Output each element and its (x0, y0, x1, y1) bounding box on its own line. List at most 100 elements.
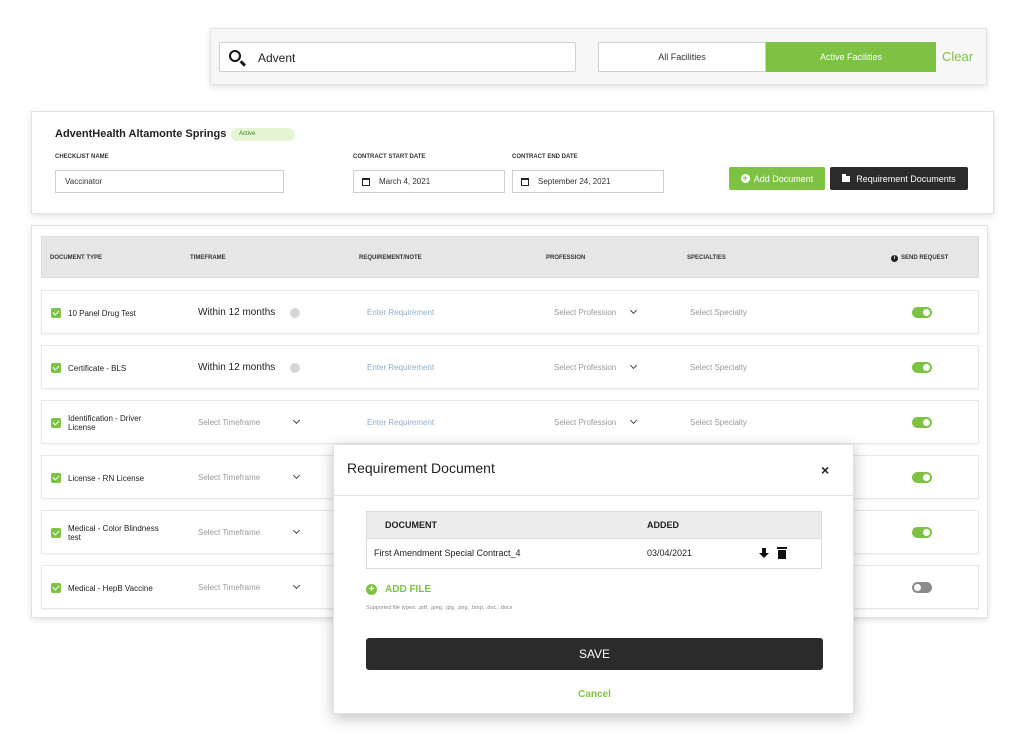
trash-icon[interactable] (777, 547, 787, 559)
requirement-documents-button[interactable]: Requirement Documents (830, 167, 968, 190)
chevron-down-icon[interactable] (292, 581, 301, 590)
document-type-cell: Medical - Color Blindness test (68, 524, 159, 542)
timeframe-value[interactable]: Within 12 months (198, 307, 275, 318)
send-request-toggle[interactable] (912, 307, 932, 318)
table-row: Identification - Driver License Select T… (41, 400, 979, 444)
header-document-type: DOCUMENT TYPE (50, 255, 103, 261)
timeframe-value[interactable]: Within 12 months (198, 362, 275, 373)
contract-end-field[interactable]: September 24, 2021 (512, 170, 664, 193)
toggle-knob (914, 584, 921, 591)
cancel-button[interactable]: Cancel (334, 689, 855, 700)
chevron-down-icon[interactable] (292, 471, 301, 480)
row-checkbox[interactable] (51, 418, 61, 428)
add-file-button[interactable]: + ADD FILE (366, 584, 431, 595)
row-checkbox[interactable] (51, 583, 61, 593)
requirement-documents-label: Requirement Documents (856, 173, 956, 184)
add-document-button[interactable]: + Add Document (729, 167, 825, 190)
send-request-toggle[interactable] (912, 582, 932, 593)
header-profession: PROFESSION (546, 255, 586, 261)
chevron-down-icon[interactable] (292, 526, 301, 535)
header-specialties: SPECIALTIES (687, 255, 726, 261)
timeframe-select[interactable]: Select Timeframe (198, 583, 260, 592)
toggle-knob (923, 364, 930, 371)
all-facilities-tab[interactable]: All Facilities (598, 42, 766, 72)
header-document: DOCUMENT (385, 520, 437, 530)
table-row: Certificate - BLS Within 12 months Enter… (41, 345, 979, 389)
header-timeframe: TIMEFRAME (190, 255, 226, 261)
timeframe-info-icon[interactable] (290, 308, 300, 318)
checklist-name-label: CHECKLIST NAME (55, 154, 109, 160)
plus-circle-icon: + (740, 173, 750, 183)
send-request-toggle[interactable] (912, 472, 932, 483)
toggle-knob (923, 309, 930, 316)
profession-select[interactable]: Select Profession (554, 308, 616, 317)
profession-select[interactable]: Select Profession (554, 418, 616, 427)
header-requirement: REQUIREMENT/NOTE (359, 255, 422, 261)
document-type-cell: Certificate - BLS (68, 363, 127, 373)
row-checkbox[interactable] (51, 473, 61, 483)
clear-button[interactable]: Clear (942, 49, 973, 64)
send-request-toggle[interactable] (912, 417, 932, 428)
chevron-down-icon[interactable] (292, 416, 301, 425)
add-file-label: ADD FILE (385, 584, 432, 595)
modal-divider (334, 495, 853, 496)
table-row: 10 Panel Drug Test Within 12 months Ente… (41, 290, 979, 334)
profession-select[interactable]: Select Profession (554, 363, 616, 372)
timeframe-info-icon[interactable] (290, 363, 300, 373)
close-icon[interactable]: × (821, 462, 829, 478)
table-header: DOCUMENT TYPE TIMEFRAME REQUIREMENT/NOTE… (41, 236, 979, 278)
plus-circle-icon: + (366, 584, 377, 595)
toggle-knob (923, 419, 930, 426)
timeframe-select[interactable]: Select Timeframe (198, 418, 260, 427)
contract-start-field[interactable]: March 4, 2021 (353, 170, 505, 193)
save-button[interactable]: SAVE (366, 638, 823, 670)
row-checkbox[interactable] (51, 308, 61, 318)
download-icon[interactable] (759, 548, 769, 559)
search-input[interactable] (258, 49, 558, 67)
checklist-name-value: Vaccinator (65, 177, 103, 186)
specialty-select[interactable]: Select Specialty (690, 308, 747, 317)
status-badge: Active (231, 128, 295, 141)
add-document-label: Add Document (753, 173, 814, 184)
specialty-select[interactable]: Select Specialty (690, 363, 747, 372)
contract-end-value: September 24, 2021 (538, 177, 611, 186)
header-added: ADDED (647, 520, 680, 530)
modal-title: Requirement Document (347, 460, 495, 476)
facility-name: AdventHealth Altamonte Springs (55, 128, 227, 140)
chevron-down-icon[interactable] (629, 306, 638, 315)
timeframe-select[interactable]: Select Timeframe (198, 528, 260, 537)
document-type-cell: License - RN License (68, 473, 145, 483)
document-type-cell: 10 Panel Drug Test (68, 308, 136, 318)
header-send-request: i SEND REQUEST (891, 255, 948, 262)
documents-table: DOCUMENT ADDED First Amendment Special C… (366, 511, 822, 569)
contract-start-value: March 4, 2021 (379, 177, 431, 186)
search-box[interactable] (219, 42, 576, 72)
specialty-select[interactable]: Select Specialty (690, 418, 747, 427)
requirement-input[interactable]: Enter Requirement (367, 418, 434, 427)
info-icon[interactable]: i (891, 255, 898, 262)
chevron-down-icon[interactable] (629, 416, 638, 425)
toggle-knob (923, 529, 930, 536)
folder-icon (842, 173, 851, 182)
facility-search-bar: All Facilities Active Facilities Clear (210, 28, 987, 85)
checklist-name-field[interactable]: Vaccinator (55, 170, 284, 193)
requirement-document-modal: Requirement Document × DOCUMENT ADDED Fi… (333, 444, 854, 714)
facility-details-card: AdventHealth Altamonte Springs Active CH… (31, 111, 994, 214)
chevron-down-icon[interactable] (629, 361, 638, 370)
contract-end-label: CONTRACT END DATE (512, 154, 578, 160)
row-checkbox[interactable] (51, 528, 61, 538)
requirement-input[interactable]: Enter Requirement (367, 308, 434, 317)
documents-table-header: DOCUMENT ADDED (367, 512, 821, 539)
timeframe-select[interactable]: Select Timeframe (198, 473, 260, 482)
contract-start-label: CONTRACT START DATE (353, 154, 426, 160)
requirement-input[interactable]: Enter Requirement (367, 363, 434, 372)
calendar-icon (521, 177, 529, 186)
send-request-label: SEND REQUEST (901, 255, 949, 261)
active-facilities-tab[interactable]: Active Facilities (766, 42, 936, 72)
toggle-knob (923, 474, 930, 481)
file-added-date: 03/04/2021 (647, 548, 693, 558)
send-request-toggle[interactable] (912, 527, 932, 538)
row-checkbox[interactable] (51, 363, 61, 373)
document-type-cell: Identification - Driver License (68, 414, 142, 432)
send-request-toggle[interactable] (912, 362, 932, 373)
